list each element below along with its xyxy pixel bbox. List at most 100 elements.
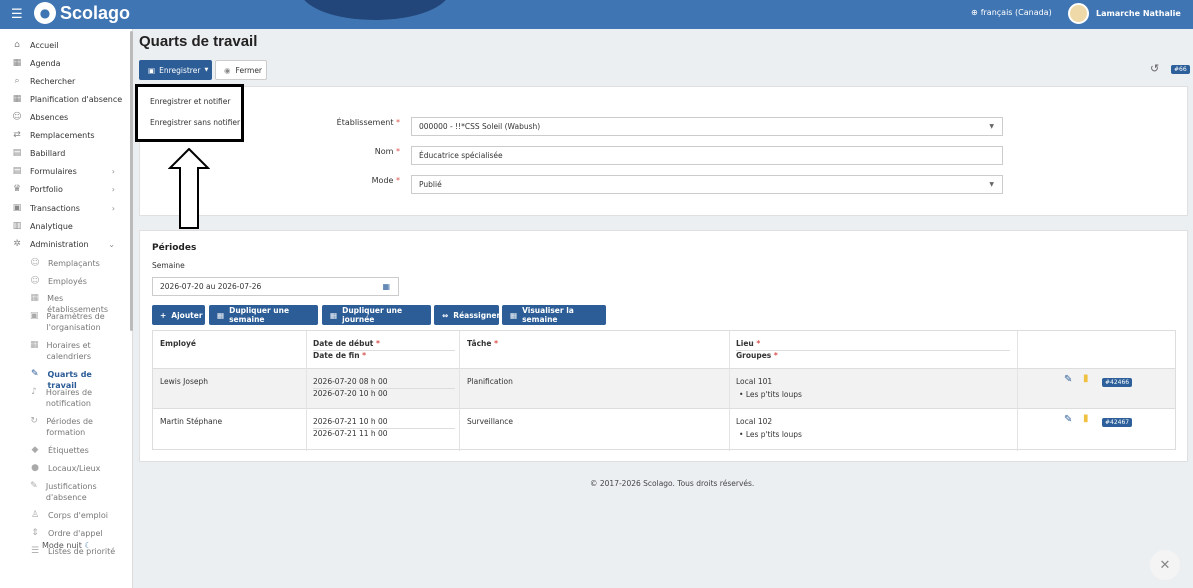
moon-icon: ☾ [84,541,92,550]
edit-icon[interactable]: ✎ [1064,374,1072,385]
sidebar-item[interactable]: ▥ Analytique [12,221,127,232]
sidebar-subitem[interactable]: ◆ Étiquettes [30,445,120,456]
duplicate-day-button[interactable]: ▦ Dupliquer une journée [322,305,431,325]
duplicate-week-button[interactable]: ▦ Dupliquer une semaine [209,305,318,325]
reassign-button[interactable]: ⇔ Réassigner [434,305,500,325]
owl-icon: ● [34,2,56,24]
sidebar-item[interactable]: ▦ Planification d'absence [12,94,127,105]
sidebar-item[interactable]: ▤ Formulaires › [12,166,127,177]
week-label: Semaine [152,261,185,270]
scrollbar[interactable] [130,31,133,331]
language-selector[interactable]: ⊕ français (Canada) [971,8,1052,17]
col-start: Date de début * [313,339,380,348]
sidebar-subitem-label: Étiquettes [48,446,89,455]
col-place: Lieu * [736,339,761,348]
row-employee: Martin Stéphane [160,417,223,426]
sidebar-item[interactable]: ♛ Portfolio › [12,184,127,195]
row-end: 2026-07-20 10 h 00 [313,389,388,398]
sidebar-item-label: Transactions [30,204,80,213]
row-end: 2026-07-21 11 h 00 [313,429,388,438]
sidebar-subitem[interactable]: ▦ Horaires et calendriers [30,340,120,362]
sidebar-item-label: Planification d'absence [30,95,123,104]
history-icon[interactable]: ↺ [1150,62,1159,75]
sidebar-subitem[interactable]: ✎ Justifications d'absence [30,481,120,503]
sidebar-item[interactable]: ⌂ Accueil [12,40,127,51]
save-button[interactable]: ▣ Enregistrer ▼ [139,60,212,80]
save-icon: ▣ [148,65,156,75]
close-circle-icon: ◉ [224,65,231,75]
etablissement-value: 000000 - !!*CSS Soleil (Wabush) [419,122,541,131]
week-input[interactable]: 2026-07-20 au 2026-07-26 ▦ [152,277,399,296]
sidebar-subitem[interactable]: ● Locaux/Lieux [30,463,120,474]
history-badge-text: #66 [1171,65,1190,74]
edit-icon[interactable]: ✎ [1064,414,1072,425]
etablissement-select[interactable]: 000000 - !!*CSS Soleil (Wabush) ▼ [411,117,1003,136]
sidebar-subitem-label: Horaires et calendriers [46,341,91,361]
sidebar-item[interactable]: ▣ Transactions › [12,203,127,214]
calendar-icon: ▦ [382,282,390,291]
row-start: 2026-07-21 10 h 00 [313,417,388,426]
sidebar-subitem-label: Justifications d'absence [45,482,97,502]
sidebar-item-label: Agenda [30,59,61,68]
sidebar-subitem[interactable]: ▣ Paramètres de l'organisation [30,311,120,333]
sidebar-item-label: Administration [30,240,89,249]
logo-text: Scolago [60,2,131,23]
chart-icon: ▥ [12,221,22,231]
trash-icon[interactable]: ▮ [1083,373,1089,384]
sidebar-subitem-label: Périodes de formation [46,417,93,437]
duplicate-day-label: Dupliquer une journée [342,306,403,324]
col-end-text: Date de fin [313,351,360,360]
sidebar-item[interactable]: ⌕ Rechercher [12,76,127,87]
view-week-label: Visualiser la semaine [522,306,574,324]
form-icon: ▤ [12,166,22,176]
users-icon: ☺ [30,258,40,268]
menu-icon[interactable]: ☰ [11,7,23,22]
sidebar-item[interactable]: ▤ Babillard [12,148,127,159]
top-bar: ☰ ● Scolago ⊕ français (Canada) Lamarche… [0,0,1193,29]
nom-value: Éducatrice spécialisée [419,151,503,160]
menu-item-save-no-notify[interactable]: Enregistrer sans notifier [150,118,240,127]
sidebar-item-label: Absences [30,113,69,122]
sidebar-subitem-label: Paramètres de l'organisation [46,312,105,332]
swap-icon: ⇄ [13,130,21,140]
sidebar-item-label: Accueil [30,41,59,50]
sidebar-subitem[interactable]: ↻ Périodes de formation [30,416,120,438]
sidebar-subitem[interactable]: ☺ Employés [30,276,120,287]
trophy-icon: ♛ [12,184,22,194]
close-icon[interactable]: ✕ [1150,550,1180,580]
board-icon: ▤ [12,148,22,158]
view-week-button[interactable]: ▦ Visualiser la semaine [502,305,606,325]
night-mode-toggle[interactable]: Mode nuit ☾ [42,541,92,550]
close-button[interactable]: ◉ Fermer [215,60,267,80]
avatar [1068,3,1089,24]
users-icon: ☺ [30,276,40,286]
sidebar-subitem[interactable]: ☺ Remplaçants [30,258,120,269]
sidebar-subitem[interactable]: ♪ Horaires de notification [30,387,120,409]
add-button[interactable]: + Ajouter [152,305,205,325]
sidebar-item[interactable]: ⇄ Remplacements [12,130,127,141]
nom-input[interactable]: Éducatrice spécialisée [411,146,1003,165]
sidebar-item[interactable]: ▦ Agenda [12,58,127,69]
row-place: Local 102 [736,417,773,426]
logo[interactable]: ● Scolago [34,2,130,24]
swap-icon: ⇔ [442,310,449,320]
periods-table: Employé Date de début * Date de fin * Tâ… [152,330,1176,451]
row-start: 2026-07-20 08 h 00 [313,377,388,386]
sidebar-item[interactable]: ✲ Administration ⌄ [12,239,127,250]
mode-select[interactable]: Publié ▼ [411,175,1003,194]
sidebar-subitem[interactable]: ⇕ Ordre d'appel [30,528,120,539]
sidebar-item-label: Formulaires [30,167,77,176]
row-place: Local 101 [736,377,773,386]
sidebar-item[interactable]: ☺ Absences [12,112,127,123]
row-badge-text: #42467 [1102,418,1133,427]
sidebar-item-label: Babillard [30,149,66,158]
trash-icon[interactable]: ▮ [1083,413,1089,424]
calendar-icon: ▦ [12,94,22,104]
menu-item-save-notify[interactable]: Enregistrer et notifier [150,97,230,106]
globe-icon: ⊕ [971,8,978,17]
row-task: Surveillance [467,417,513,426]
user-menu[interactable]: Lamarche Nathalie [1068,3,1181,24]
sidebar-subitem[interactable]: ♙ Corps d'emploi [30,510,120,521]
row-group-text: Les p'tits loups [745,390,802,399]
search-icon: ⌕ [14,76,20,86]
